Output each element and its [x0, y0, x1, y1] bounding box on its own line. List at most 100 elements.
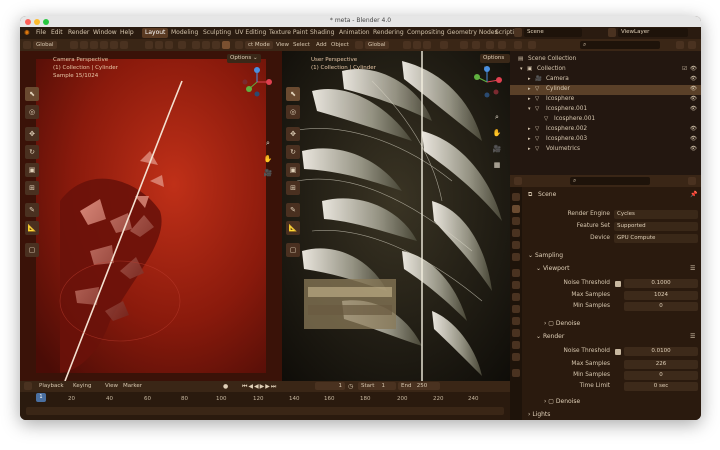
particles-tab-icon[interactable] [512, 305, 520, 313]
visibility-eye-icon[interactable]: 👁 [690, 66, 697, 72]
measure-tool-icon-right[interactable]: 📐 [286, 221, 300, 235]
move-tool-icon[interactable]: ✥ [25, 127, 39, 141]
material-shading-icon[interactable] [212, 41, 220, 49]
properties-options-icon[interactable] [688, 177, 696, 185]
tab-rendering[interactable]: Rendering [370, 28, 407, 38]
vp-denoise-toggle[interactable]: › ▢ Denoise [544, 320, 580, 327]
current-frame-field[interactable]: 1 [315, 382, 345, 390]
tab-shading[interactable]: Shading [307, 28, 337, 38]
r-denoise-toggle[interactable]: › ▢ Denoise [544, 398, 580, 405]
snap-icon[interactable] [80, 41, 88, 49]
vp-min-samples-field[interactable]: 0 [624, 302, 698, 311]
collection-tab-icon[interactable] [512, 269, 520, 277]
menu-window[interactable]: Window [93, 29, 117, 36]
transform-tool-icon[interactable]: ⊞ [25, 181, 39, 195]
viewport-list-icon[interactable]: ☰ [690, 265, 695, 272]
add-cube-tool-icon-right[interactable]: ▢ [286, 243, 300, 257]
outliner-row[interactable]: ▸ ▽ Volumetrics 👁 [510, 145, 701, 155]
render-subpanel-toggle[interactable]: ⌄ Render [536, 333, 564, 340]
render-list-icon[interactable]: ☰ [690, 333, 695, 340]
output-tab-icon[interactable] [512, 217, 520, 225]
visibility-eye-icon[interactable]: 👁 [690, 126, 697, 132]
wireframe-shading-icon[interactable] [192, 41, 200, 49]
data-tab-icon[interactable] [512, 341, 520, 349]
viewport-subpanel-toggle[interactable]: ⌄ Viewport [536, 265, 569, 272]
tab-layout[interactable]: Layout [142, 28, 169, 38]
properties-editor-icon[interactable] [514, 177, 522, 185]
transform-orientation-right[interactable]: Global [365, 41, 389, 49]
annotate-tool-icon-right[interactable]: ✎ [286, 203, 300, 217]
expand-arrow-icon[interactable]: ▸ [528, 146, 531, 152]
orientation-icon[interactable] [355, 41, 363, 49]
expand-arrow-icon[interactable]: ▸ [528, 96, 531, 102]
outliner-row[interactable]: ▾ ▽ Icosphere.001 👁 [510, 105, 701, 115]
tab-texture-paint[interactable]: Texture Paint [266, 28, 311, 38]
playhead[interactable]: 1 [36, 393, 46, 402]
record-icon[interactable]: ● [223, 383, 228, 390]
pivot-icon[interactable] [70, 41, 78, 49]
blender-logo-icon[interactable]: ✺ [24, 29, 30, 37]
outliner-row[interactable]: ▸ ▽ Icosphere.003 👁 [510, 135, 701, 145]
render-tab-icon[interactable] [512, 205, 520, 213]
marker-menu[interactable]: Marker [120, 382, 145, 390]
outliner-row[interactable]: ▸ ▽ Icosphere.002 👁 [510, 125, 701, 135]
visibility-eye-icon[interactable]: 👁 [690, 76, 697, 82]
r-noise-threshold-checkbox[interactable] [615, 349, 621, 355]
timeline-editor-icon[interactable] [24, 382, 32, 390]
visibility-eye-icon[interactable]: 👁 [690, 106, 697, 112]
scene-tab-icon[interactable] [512, 241, 520, 249]
outliner-row[interactable]: ▾ ▣ Collection ☑ 👁 [510, 65, 701, 75]
pan-view-icon-right[interactable]: ✋ [492, 129, 502, 139]
select-tool-icon-right[interactable]: ⬉ [286, 87, 300, 101]
constraints-tab-icon[interactable] [512, 329, 520, 337]
outliner-search-field[interactable]: ⌕ [580, 41, 660, 49]
feature-set-select[interactable]: Supported [614, 222, 698, 231]
view-layer-tab-icon[interactable] [512, 229, 520, 237]
solid-shading-icon[interactable] [202, 41, 210, 49]
properties-search-field[interactable]: ⌕ [570, 177, 650, 185]
pin-icon[interactable]: 📌 [690, 191, 697, 198]
expand-arrow-icon[interactable]: ▾ [520, 66, 523, 72]
menu-render[interactable]: Render [68, 29, 89, 36]
rotate-tool-icon[interactable]: ↻ [25, 145, 39, 159]
mode-selector[interactable]: ct Mode [245, 41, 273, 49]
scene-selector-icon[interactable] [514, 28, 522, 37]
editor-type-icon[interactable] [23, 41, 31, 49]
overlays-icon-right[interactable] [460, 41, 468, 49]
mode-icon[interactable] [235, 41, 243, 49]
visibility-eye-icon[interactable]: 👁 [690, 86, 697, 92]
clock-icon[interactable]: ◷ [348, 383, 353, 390]
menu-file[interactable]: File [36, 29, 46, 36]
keying-menu[interactable]: Keying [70, 382, 94, 390]
sampling-panel-toggle[interactable]: ⌄ Sampling [528, 252, 563, 259]
menu-edit[interactable]: Edit [51, 29, 63, 36]
move-tool-icon-right[interactable]: ✥ [286, 127, 300, 141]
camera-viewport[interactable]: Camera Perspective (1) Collection | Cyli… [20, 51, 282, 381]
pan-view-icon[interactable]: ✋ [263, 155, 273, 165]
outliner-row[interactable]: ▽ Icosphere.001 [510, 115, 701, 125]
expand-arrow-icon[interactable]: ▸ [528, 136, 531, 142]
zoom-view-icon-right[interactable]: ⌕ [492, 113, 502, 123]
proportional-icon-right[interactable] [423, 41, 431, 49]
options-button-right[interactable]: Options ⌄ [480, 54, 510, 70]
world-tab-icon[interactable] [512, 253, 520, 261]
rotate-tool-icon-right[interactable]: ↻ [286, 145, 300, 159]
solid-shading-icon-right[interactable] [486, 41, 494, 49]
pivot-icon-right[interactable] [403, 41, 411, 49]
measure-tool-icon[interactable]: 📐 [25, 221, 39, 235]
visibility-icon[interactable] [145, 41, 153, 49]
zoom-view-icon[interactable]: ⌕ [263, 139, 273, 149]
navigation-gizmo-left[interactable] [240, 65, 274, 99]
tab-modeling[interactable]: Modeling [168, 28, 201, 38]
device-select[interactable]: GPU Compute [614, 234, 698, 243]
view-menu[interactable]: View [102, 382, 121, 390]
navigation-gizmo-right[interactable] [470, 65, 504, 99]
select-tool-icon[interactable]: ⬉ [25, 87, 39, 101]
expand-arrow-icon[interactable]: ▸ [528, 76, 531, 82]
vp-noise-threshold-checkbox[interactable] [615, 281, 621, 287]
playback-menu[interactable]: Playback [36, 382, 67, 390]
link-icon[interactable] [120, 41, 128, 49]
expand-arrow-icon[interactable]: ▸ [528, 126, 531, 132]
scale-tool-icon[interactable]: ▣ [25, 163, 39, 177]
camera-view-icon-right[interactable]: 🎥 [492, 145, 502, 155]
